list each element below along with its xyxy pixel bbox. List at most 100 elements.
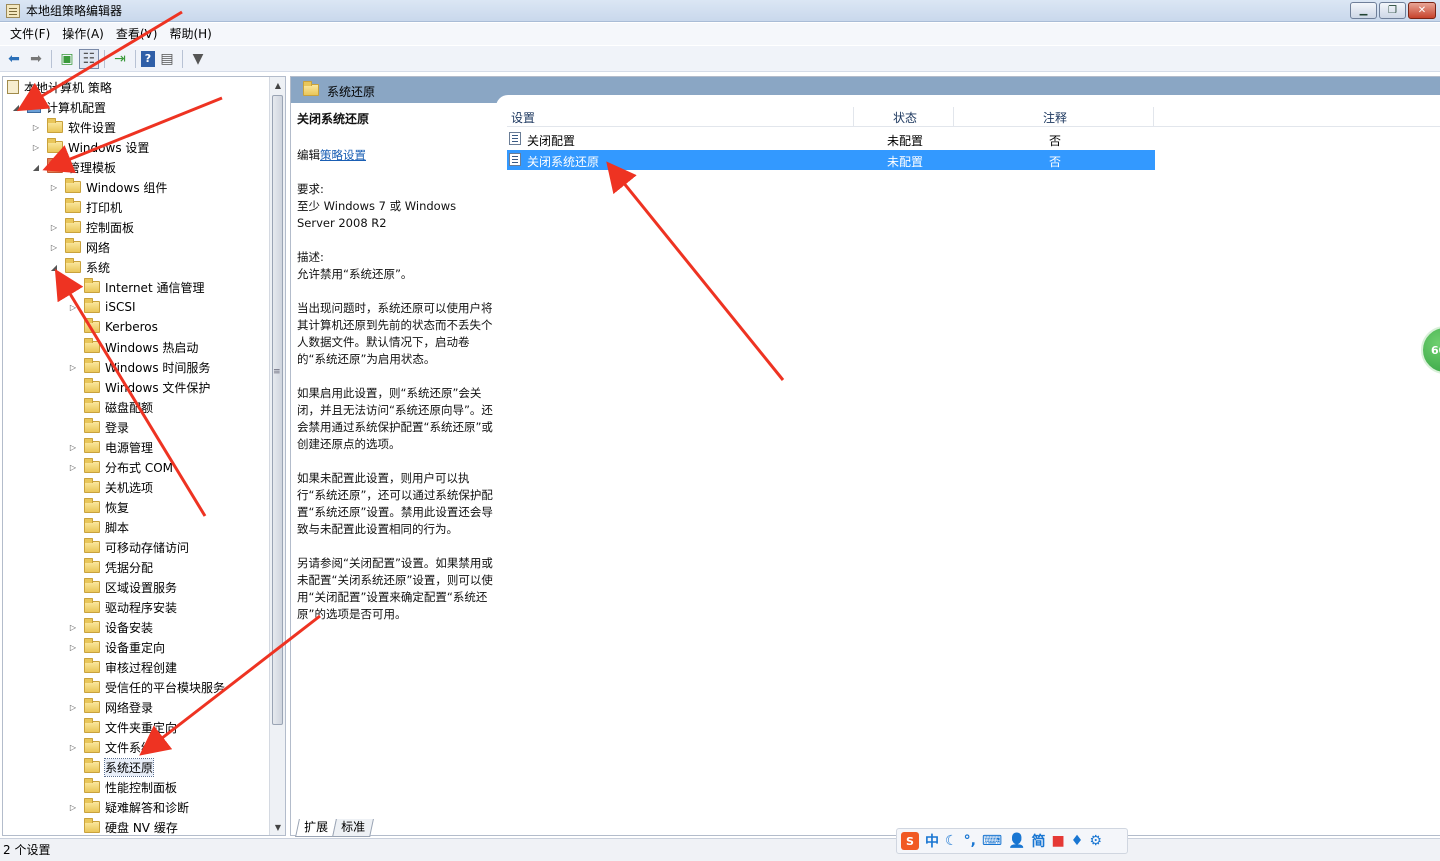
user-icon[interactable]: 👤 xyxy=(1008,833,1025,849)
tree-item-system-child[interactable]: ▷ 疑难解答和诊断 xyxy=(3,797,269,817)
toolbar-separator xyxy=(135,49,136,68)
filter-icon[interactable]: ▼ xyxy=(188,49,208,69)
tree-item-system-child[interactable]: 恢复 xyxy=(3,497,269,517)
ime-simplified[interactable]: 简 xyxy=(1032,831,1046,851)
column-divider[interactable] xyxy=(853,107,854,127)
tree-item-level2[interactable]: ▷ 控制面板 xyxy=(3,217,269,237)
help-icon[interactable]: ? xyxy=(141,50,155,67)
expand-arrow-icon[interactable]: ▷ xyxy=(68,702,78,712)
tree-item-system-child[interactable]: Windows 文件保护 xyxy=(3,377,269,397)
video-icon[interactable]: ■ xyxy=(1052,833,1065,849)
tree-item-system-child[interactable]: ▷ Internet 通信管理 xyxy=(3,277,269,297)
tree-item-level2[interactable]: 打印机 xyxy=(3,197,269,217)
tree-item-system-child[interactable]: 受信任的平台模块服务 xyxy=(3,677,269,697)
column-header-setting[interactable]: 设置 xyxy=(511,109,535,126)
expand-arrow-icon[interactable]: ▷ xyxy=(49,222,59,232)
export-list-icon[interactable]: ⇥ xyxy=(110,49,130,69)
tree-item-software-settings[interactable]: ▷ 软件设置 xyxy=(3,117,269,137)
tree-item-system-child[interactable]: Windows 热启动 xyxy=(3,337,269,357)
tree-item-level2[interactable]: ◢ 系统 xyxy=(3,257,269,277)
collapse-arrow-icon[interactable]: ◢ xyxy=(31,162,41,172)
menu-view[interactable]: 查看(V) xyxy=(110,24,164,44)
tree-item-system-child[interactable]: 可移动存储访问 xyxy=(3,537,269,557)
tree-item-system-child[interactable]: ▷ iSCSI xyxy=(3,297,269,317)
expand-arrow-icon[interactable]: ▷ xyxy=(68,742,78,752)
tree-item-system-child[interactable]: 脚本 xyxy=(3,517,269,537)
tree-scrollbar[interactable]: ▲ ≡ ▼ xyxy=(269,77,285,835)
tree-item-system-child[interactable]: ▷ 网络登录 xyxy=(3,697,269,717)
collapse-arrow-icon[interactable]: ◢ xyxy=(11,102,21,112)
maximize-button[interactable]: ❐ xyxy=(1379,2,1406,19)
window-controls: ▁ ❐ ✕ xyxy=(1350,2,1436,19)
expand-arrow-icon[interactable]: ▷ xyxy=(31,122,41,132)
expand-arrow-icon[interactable]: ▷ xyxy=(68,462,78,472)
tree-item-system-child[interactable]: ▷ Windows 时间服务 xyxy=(3,357,269,377)
collapse-arrow-icon[interactable]: ◢ xyxy=(49,262,59,272)
tree-item-system-child[interactable]: 硬盘 NV 缓存 xyxy=(3,817,269,835)
tree-item-system-restore[interactable]: 系统还原 xyxy=(3,757,269,777)
back-icon[interactable]: ⬅ xyxy=(4,49,24,69)
tree-item-system-child[interactable]: Kerberos xyxy=(3,317,269,337)
tree-item-computer-config[interactable]: ◢ 计算机配置 xyxy=(3,97,269,117)
tab-standard[interactable]: 标准 xyxy=(332,819,374,837)
scrollbar-thumb[interactable] xyxy=(272,95,283,725)
tree-item-system-child[interactable]: 磁盘配额 xyxy=(3,397,269,417)
column-divider[interactable] xyxy=(1153,107,1154,127)
expand-arrow-icon[interactable]: ▷ xyxy=(68,642,78,652)
tree-item-system-child[interactable]: 性能控制面板 xyxy=(3,777,269,797)
tree-item-system-child[interactable]: ▷ 电源管理 xyxy=(3,437,269,457)
tree-item-level2[interactable]: ▷ Windows 组件 xyxy=(3,177,269,197)
keyboard-icon[interactable]: ⌨ xyxy=(982,833,1002,849)
expand-arrow-icon[interactable]: ▷ xyxy=(68,442,78,452)
scrollbar-grip-icon: ≡ xyxy=(273,367,281,377)
properties-icon[interactable]: ▤ xyxy=(157,49,177,69)
tree-item-system-child[interactable]: 登录 xyxy=(3,417,269,437)
tree-item-system-child[interactable]: 驱动程序安装 xyxy=(3,597,269,617)
tab-extended[interactable]: 扩展 xyxy=(295,819,337,837)
up-folder-icon[interactable]: ▣ xyxy=(57,49,77,69)
tree-item-root[interactable]: 本地计算机 策略 xyxy=(3,77,269,97)
tree-item-system-child[interactable]: ▷ 分布式 COM xyxy=(3,457,269,477)
menu-action[interactable]: 操作(A) xyxy=(56,24,110,44)
expand-arrow-icon[interactable]: ▷ xyxy=(68,622,78,632)
punctuation-icon[interactable]: °, xyxy=(964,833,976,849)
menu-help[interactable]: 帮助(H) xyxy=(163,24,217,44)
forward-icon[interactable]: ➡ xyxy=(26,49,46,69)
tree-item-windows-settings[interactable]: ▷ Windows 设置 xyxy=(3,137,269,157)
tree-item-system-child[interactable]: 关机选项 xyxy=(3,477,269,497)
expand-arrow-icon[interactable]: ▷ xyxy=(68,302,78,312)
tree-item-system-child[interactable]: ▷ 设备安装 xyxy=(3,617,269,637)
list-row-close-system-restore[interactable]: 关闭系统还原 未配置 否 xyxy=(507,150,1155,170)
scroll-up-icon[interactable]: ▲ xyxy=(270,77,285,93)
tree-item-system-child[interactable]: 审核过程创建 xyxy=(3,657,269,677)
scroll-down-icon[interactable]: ▼ xyxy=(270,819,285,835)
expand-arrow-icon[interactable]: ▷ xyxy=(49,242,59,252)
moon-icon[interactable]: ☾ xyxy=(945,833,958,849)
column-divider[interactable] xyxy=(953,107,954,127)
ime-logo-icon[interactable]: S xyxy=(901,832,919,850)
gear-icon[interactable]: ⚙ xyxy=(1089,833,1102,849)
tree-item-level2[interactable]: ▷ 网络 xyxy=(3,237,269,257)
close-button[interactable]: ✕ xyxy=(1408,2,1436,19)
list-row-close-config[interactable]: 关闭配置 未配置 否 xyxy=(507,129,1155,149)
column-header-state[interactable]: 状态 xyxy=(893,109,917,126)
edit-policy-link[interactable]: 策略设置 xyxy=(320,148,366,162)
show-hide-tree-icon[interactable]: ☷ xyxy=(79,48,99,69)
menu-file[interactable]: 文件(F) xyxy=(4,24,56,44)
tree-item-system-child[interactable]: 凭据分配 xyxy=(3,557,269,577)
tree-item-system-child[interactable]: 文件夹重定向 xyxy=(3,717,269,737)
expand-arrow-icon[interactable]: ▷ xyxy=(49,182,59,192)
minimize-button[interactable]: ▁ xyxy=(1350,2,1377,19)
tree-item-admin-templates[interactable]: ◢ 管理模板 xyxy=(3,157,269,177)
shirt-icon[interactable]: ♦ xyxy=(1071,833,1084,849)
column-header-comment[interactable]: 注释 xyxy=(1043,109,1067,126)
tree-item-system-child[interactable]: ▷ 设备重定向 xyxy=(3,637,269,657)
expand-arrow-icon[interactable]: ▷ xyxy=(68,282,78,292)
expand-arrow-icon[interactable]: ▷ xyxy=(68,362,78,372)
tree-item-system-child[interactable]: 区域设置服务 xyxy=(3,577,269,597)
expand-arrow-icon[interactable]: ▷ xyxy=(31,142,41,152)
tree-item-system-child[interactable]: ▷ 文件系统 xyxy=(3,737,269,757)
ime-chinese-mode[interactable]: 中 xyxy=(925,831,939,851)
expand-arrow-icon[interactable]: ▷ xyxy=(68,802,78,812)
